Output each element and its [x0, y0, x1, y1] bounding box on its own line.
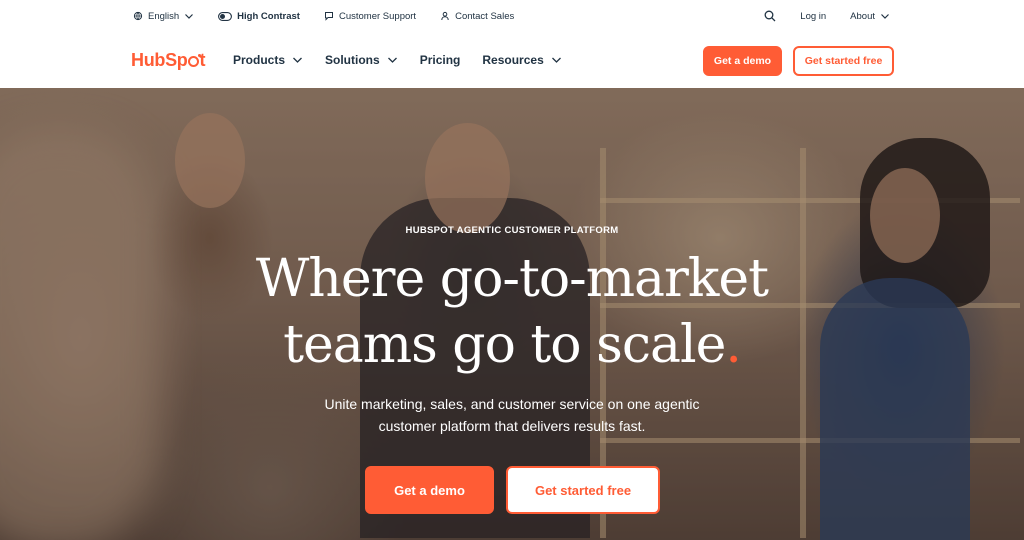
hero-headline: Where go-to-market teams go to scale. [0, 246, 1024, 378]
nav-get-started-free-button[interactable]: Get started free [793, 46, 894, 76]
nav-products-label: Products [233, 53, 286, 67]
hero-get-started-free-button[interactable]: Get started free [506, 466, 660, 514]
language-label: English [148, 10, 180, 22]
chevron-down-icon [292, 53, 303, 67]
nav-get-demo-button[interactable]: Get a demo [703, 46, 782, 76]
hero-content: HUBSPOT AGENTIC CUSTOMER PLATFORM Where … [0, 88, 1024, 540]
search-icon[interactable] [764, 10, 776, 22]
hero-eyebrow: HUBSPOT AGENTIC CUSTOMER PLATFORM [405, 225, 619, 236]
sprocket-icon [188, 54, 201, 67]
hero-section: HUBSPOT AGENTIC CUSTOMER PLATFORM Where … [0, 88, 1024, 540]
globe-icon [133, 11, 143, 21]
customer-support-label: Customer Support [338, 10, 417, 22]
about-label: About [850, 10, 875, 22]
logo-wordmark-end: t [199, 50, 206, 70]
nav-links: Products Solutions Pricing Resources [233, 32, 584, 88]
utility-right: Log in About [764, 0, 890, 32]
main-navigation: HubSp t Products Solutions Pricing Resour… [0, 32, 1024, 88]
nav-resources-label: Resources [482, 53, 544, 67]
nav-pricing[interactable]: Pricing [420, 53, 461, 67]
contact-sales-link[interactable]: Contact Sales [440, 11, 514, 22]
nav-resources[interactable]: Resources [482, 53, 561, 67]
login-link[interactable]: Log in [800, 11, 826, 22]
hubspot-logo[interactable]: HubSp t [131, 50, 205, 71]
chat-icon [324, 11, 334, 21]
hero-subheadline-line1: Unite marketing, sales, and customer ser… [324, 396, 700, 412]
utility-left: English High Contrast Customer Support C… [133, 11, 538, 22]
nav-solutions[interactable]: Solutions [325, 53, 398, 67]
language-selector[interactable]: English [133, 11, 194, 22]
hero-headline-line2: teams go to scale [283, 315, 726, 375]
hero-subheadline: Unite marketing, sales, and customer ser… [0, 393, 1024, 437]
nav-products[interactable]: Products [233, 53, 303, 67]
chevron-down-icon [880, 12, 890, 20]
toggle-icon [218, 11, 233, 21]
chevron-down-icon [551, 53, 562, 67]
about-menu[interactable]: About [850, 11, 890, 22]
hero-headline-line1: Where go-to-market [255, 249, 769, 309]
utility-bar: English High Contrast Customer Support C… [0, 0, 1024, 32]
logo-wordmark: HubSp [131, 50, 188, 70]
chevron-down-icon [184, 12, 194, 20]
person-icon [440, 11, 450, 21]
high-contrast-toggle[interactable]: High Contrast [218, 11, 300, 22]
chevron-down-icon [387, 53, 398, 67]
nav-pricing-label: Pricing [419, 53, 461, 67]
hero-subheadline-line2: customer platform that delivers results … [378, 418, 646, 434]
customer-support-link[interactable]: Customer Support [324, 11, 416, 22]
hero-headline-dot: . [725, 315, 742, 375]
hero-get-demo-button[interactable]: Get a demo [365, 466, 494, 514]
high-contrast-label: High Contrast [237, 10, 300, 22]
nav-solutions-label: Solutions [325, 53, 380, 67]
contact-sales-label: Contact Sales [455, 10, 515, 22]
